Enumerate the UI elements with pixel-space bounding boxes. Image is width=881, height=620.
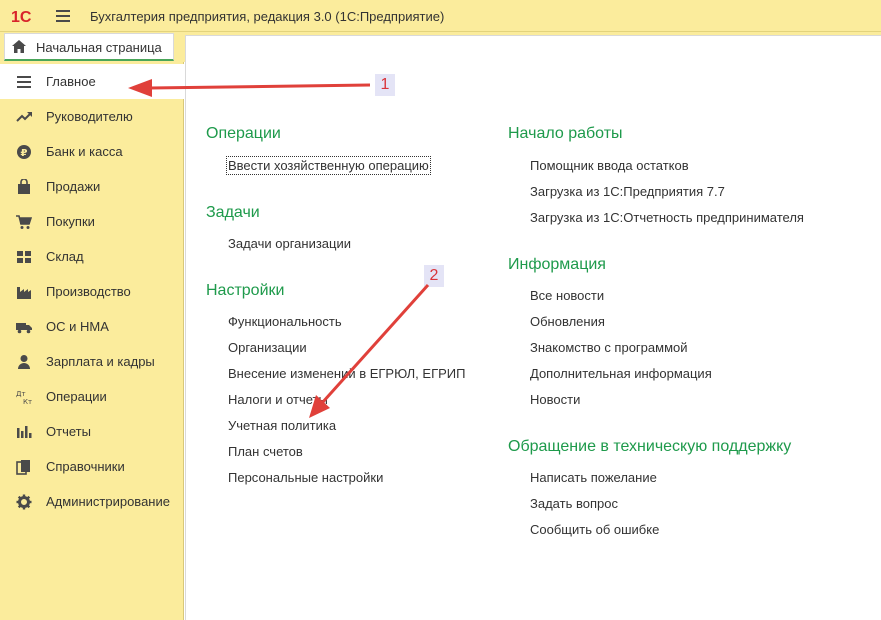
section-title-operations: Операции (206, 125, 281, 142)
bar-chart-icon (17, 426, 32, 438)
sidebar-item-label: Продажи (46, 179, 101, 194)
sidebar-item-purchases[interactable]: Покупки (0, 204, 184, 239)
section-title-information: Информация (508, 256, 606, 273)
sidebar-item-label: Руководителю (46, 109, 133, 124)
sidebar-item-sales[interactable]: Продажи (0, 169, 184, 204)
link-additional-info[interactable]: Дополнительная информация (530, 366, 712, 381)
link-program-intro[interactable]: Знакомство с программой (530, 340, 688, 355)
gear-icon (16, 494, 32, 510)
shopping-cart-icon (16, 215, 32, 229)
1c-logo-icon[interactable]: 1С (11, 7, 41, 25)
link-organization-tasks[interactable]: Задачи организации (228, 236, 351, 251)
sidebar-item-directories[interactable]: Справочники (0, 449, 184, 484)
section-title-support: Обращение в техническую поддержку (508, 438, 792, 455)
truck-icon (16, 323, 32, 334)
svg-text:Дт: Дт (16, 390, 26, 398)
link-import-entrepreneur[interactable]: Загрузка из 1С:Отчетность предпринимател… (530, 210, 804, 225)
svg-text:₽: ₽ (21, 148, 28, 159)
tab-home-label: Начальная страница (36, 40, 162, 55)
link-import-77[interactable]: Загрузка из 1С:Предприятия 7.7 (530, 184, 725, 199)
sidebar-item-manager[interactable]: Руководителю (0, 99, 184, 134)
svg-text:Кт: Кт (23, 398, 32, 405)
link-personal-settings[interactable]: Персональные настройки (228, 470, 383, 485)
sidebar-item-label: ОС и НМА (46, 319, 109, 334)
section-title-settings: Настройки (206, 282, 285, 299)
annotation-badge-2: 2 (424, 265, 444, 287)
sidebar-item-production[interactable]: Производство (0, 274, 184, 309)
sidebar-item-label: Главное (46, 74, 96, 89)
sidebar-item-label: Склад (46, 249, 84, 264)
factory-icon (17, 287, 31, 299)
link-ask-question[interactable]: Задать вопрос (530, 496, 618, 511)
person-icon (18, 355, 30, 369)
link-write-suggestion[interactable]: Написать пожелание (530, 470, 657, 485)
sidebar-item-label: Администрирование (46, 494, 170, 509)
section-title-tasks: Задачи (206, 204, 260, 221)
sidebar-item-label: Производство (46, 284, 131, 299)
title-bar: 1С Бухгалтерия предприятия, редакция 3.0… (0, 0, 881, 32)
svg-text:1С: 1С (11, 9, 32, 25)
list-icon (17, 76, 31, 88)
link-functionality[interactable]: Функциональность (228, 314, 342, 329)
link-balance-assistant[interactable]: Помощник ввода остатков (530, 158, 689, 173)
books-icon (16, 460, 30, 475)
app-title: Бухгалтерия предприятия, редакция 3.0 (1… (90, 9, 445, 24)
trend-chart-icon (16, 112, 32, 122)
main-content: Операции Ввести хозяйственную операцию З… (185, 35, 881, 620)
link-updates[interactable]: Обновления (530, 314, 605, 329)
sidebar-item-label: Банк и касса (46, 144, 123, 159)
sidebar-item-salary[interactable]: Зарплата и кадры (0, 344, 184, 379)
link-all-news[interactable]: Все новости (530, 288, 604, 303)
shopping-bag-icon (18, 179, 30, 194)
link-report-error[interactable]: Сообщить об ошибке (530, 522, 659, 537)
home-icon (12, 40, 26, 53)
link-egrul-changes[interactable]: Внесение изменений в ЕГРЮЛ, ЕГРИП (228, 366, 465, 381)
annotation-badge-1: 1 (375, 74, 395, 96)
ruble-coin-icon: ₽ (17, 145, 31, 159)
link-taxes-reports[interactable]: Налоги и отчеты (228, 392, 328, 407)
sidebar-item-operations[interactable]: Дт Кт Операции (0, 379, 184, 414)
sidebar-item-warehouse[interactable]: Склад (0, 239, 184, 274)
sidebar-item-main[interactable]: Главное (0, 64, 184, 99)
link-organizations[interactable]: Организации (228, 340, 307, 355)
sidebar-item-label: Операции (46, 389, 107, 404)
debit-credit-icon: ДтКт (16, 390, 32, 405)
sidebar: Главное Руководителю ₽ Банк и касса Прод… (0, 62, 184, 620)
sidebar-item-reports[interactable]: Отчеты (0, 414, 184, 449)
warehouse-grid-icon (17, 251, 31, 263)
link-enter-operation[interactable]: Ввести хозяйственную операцию (226, 156, 431, 175)
sidebar-item-label: Отчеты (46, 424, 91, 439)
sidebar-item-administration[interactable]: Администрирование (0, 484, 184, 519)
sidebar-item-label: Зарплата и кадры (46, 354, 155, 369)
sidebar-item-label: Покупки (46, 214, 95, 229)
section-title-getting-started: Начало работы (508, 125, 623, 142)
link-chart-of-accounts[interactable]: План счетов (228, 444, 303, 459)
sidebar-item-fixed-assets[interactable]: ОС и НМА (0, 309, 184, 344)
sidebar-item-bank[interactable]: ₽ Банк и касса (0, 134, 184, 169)
tab-home-page[interactable]: Начальная страница (4, 33, 174, 61)
hamburger-menu-icon[interactable] (56, 10, 70, 22)
link-accounting-policy[interactable]: Учетная политика (228, 418, 336, 433)
link-news[interactable]: Новости (530, 392, 580, 407)
sidebar-item-label: Справочники (46, 459, 125, 474)
